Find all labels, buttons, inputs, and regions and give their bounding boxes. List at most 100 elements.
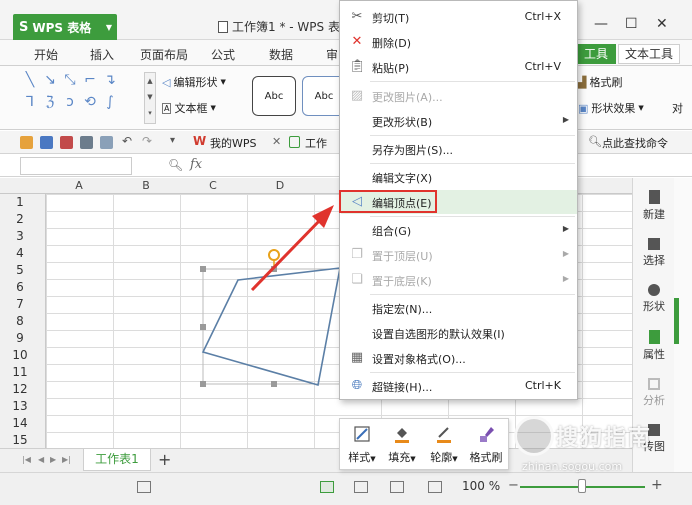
command-search[interactable]: 点此查找命令 <box>602 135 668 151</box>
zoom-slider-knob[interactable] <box>578 479 586 493</box>
last-sheet-icon[interactable]: ▶| <box>62 455 71 464</box>
menu-item-format-object[interactable]: ▦ 设置对象格式(O)... <box>341 346 577 370</box>
page-layout-view-icon[interactable] <box>390 481 404 493</box>
zoom-out-button[interactable]: − <box>508 478 519 493</box>
first-sheet-icon[interactable]: |◀ <box>22 455 31 464</box>
workbook-tab[interactable]: 工作 <box>305 135 327 151</box>
shape-gallery[interactable]: ╲ ↘ ⤡ ⌐ ↴ ⅂ ℨↄ ⟲ ∫ <box>20 72 138 122</box>
menu-item-set-default-effect[interactable]: 设置自选图形的默认效果(I) <box>341 321 577 345</box>
menu-item-send-to-back[interactable]: ❏ 置于底层(K) ▶ <box>341 268 577 292</box>
select-cursor-icon <box>648 238 660 250</box>
menu-item-change-shape[interactable]: 更改形状(B) ▶ <box>341 109 577 133</box>
zoom-level[interactable]: 100 % <box>462 479 500 493</box>
chevron-down-icon: ▼ <box>370 455 376 463</box>
elbow-arrow-icon[interactable]: ↴ <box>100 72 120 94</box>
format-painter-button[interactable]: ▟ 格式刷 <box>578 74 622 90</box>
menu-item-assign-macro[interactable]: 指定宏(N)... <box>341 296 577 320</box>
minimize-button[interactable]: — <box>594 16 608 32</box>
new-document-icon <box>648 190 660 204</box>
next-sheet-icon[interactable]: ▶ <box>50 455 56 464</box>
side-analyze-button[interactable]: 分析 <box>633 378 675 408</box>
double-arrow-shape-icon[interactable]: ⤡ <box>60 72 80 94</box>
align-button[interactable]: 对 <box>672 100 683 116</box>
insert-function-icon[interactable]: fx <box>190 157 202 172</box>
side-select-button[interactable]: 选择 <box>633 238 675 268</box>
edit-shape-button[interactable]: ◁ 编辑形状 ▼ <box>162 74 226 90</box>
save-icon[interactable] <box>40 136 53 149</box>
mini-format-painter-button[interactable]: 格式刷 <box>466 425 506 465</box>
text-box-icon: A <box>162 102 172 114</box>
app-menu-button[interactable]: S WPS 表格 ▼ <box>13 14 117 40</box>
close-tab-icon[interactable]: ✕ <box>272 135 281 148</box>
resize-handle[interactable] <box>200 324 206 330</box>
print-preview-icon[interactable] <box>100 136 113 149</box>
document-icon <box>218 21 228 33</box>
menu-item-hyperlink[interactable]: 🌐︎ 超链接(H)... Ctrl+K <box>341 374 577 398</box>
macro-record-icon[interactable] <box>137 481 151 493</box>
name-box[interactable] <box>20 157 132 175</box>
curve-arrow-icon[interactable]: ↄ <box>60 94 80 116</box>
zoom-in-button[interactable]: + <box>651 477 663 493</box>
line-shape-icon[interactable]: ╲ <box>20 72 40 94</box>
elbow-connector-icon[interactable]: ⌐ <box>80 72 100 94</box>
close-button[interactable]: ✕ <box>656 16 668 32</box>
customize-dropdown-icon[interactable]: ▾ <box>170 135 183 148</box>
add-sheet-button[interactable]: + <box>158 450 171 469</box>
mini-style-button[interactable]: 样式▼ <box>342 425 382 465</box>
tab-drawing-tools[interactable]: 工具 <box>576 44 617 64</box>
side-shape-button[interactable]: 形状 <box>633 284 675 314</box>
side-new-button[interactable]: 新建 <box>633 190 675 222</box>
task-pane-toggle[interactable] <box>674 298 679 344</box>
tab-insert[interactable]: 插入 <box>90 46 114 63</box>
text-box-button[interactable]: A 文本框 ▼ <box>162 100 216 116</box>
menu-item-cut[interactable]: ✂ 剪切(T) Ctrl+X <box>341 5 577 29</box>
undo-icon[interactable]: ↶ <box>122 134 135 148</box>
tab-start[interactable]: 开始 <box>34 46 58 63</box>
freeform-shape[interactable] <box>201 267 341 387</box>
shape-effect-button[interactable]: ▣ 形状效果 ▼ <box>578 100 644 116</box>
gallery-scroll[interactable]: ▲ ▼ ▾ <box>144 72 156 124</box>
open-folder-icon[interactable] <box>20 136 33 149</box>
tab-page-layout[interactable]: 页面布局 <box>140 46 188 63</box>
resize-handle[interactable] <box>200 266 206 272</box>
page-break-view-icon[interactable] <box>354 481 368 493</box>
menu-item-bring-to-front[interactable]: ❐ 置于顶层(U) ▶ <box>341 243 577 267</box>
shape-style-1[interactable]: Abc <box>252 76 296 116</box>
print-icon[interactable] <box>80 136 93 149</box>
resize-handle[interactable] <box>271 381 277 387</box>
sheet-tab[interactable]: 工作表1 <box>83 449 151 471</box>
export-pdf-icon[interactable] <box>60 136 73 149</box>
elbow-double-arrow-icon[interactable]: ⅂ <box>20 94 40 116</box>
tab-data[interactable]: 数据 <box>269 46 293 63</box>
normal-view-icon[interactable] <box>320 481 334 493</box>
status-bar: 100 % − + <box>0 472 692 505</box>
prev-sheet-icon[interactable]: ◀ <box>38 455 44 464</box>
my-wps-tab[interactable]: 我的WPS <box>210 135 257 151</box>
tab-formula[interactable]: 公式 <box>211 46 235 63</box>
submenu-arrow-icon: ▶ <box>562 224 569 233</box>
rotate-handle-icon[interactable] <box>268 249 280 261</box>
tab-review[interactable]: 审 <box>326 46 338 63</box>
menu-item-paste[interactable]: 📋︎ 粘贴(P) Ctrl+V <box>341 55 577 79</box>
menu-item-save-as-picture[interactable]: 另存为图片(S)... <box>341 137 577 161</box>
restore-button[interactable]: ☐ <box>625 16 638 32</box>
outline-pen-icon <box>437 427 451 443</box>
menu-item-edit-text[interactable]: 编辑文字(X) <box>341 165 577 189</box>
menu-item-group[interactable]: 组合(G) ▶ <box>341 218 577 242</box>
menu-item-change-picture[interactable]: ▨ 更改图片(A)... <box>341 84 577 108</box>
arrow-shape-icon[interactable]: ↘ <box>40 72 60 94</box>
menu-separator <box>370 372 575 373</box>
reading-mode-icon[interactable] <box>428 481 442 493</box>
zoom-search-icon[interactable]: 🔍︎ <box>168 158 183 172</box>
menu-item-delete[interactable]: ✕ 删除(D) <box>341 30 577 54</box>
side-property-button[interactable]: 属性 <box>633 330 675 362</box>
resize-handle[interactable] <box>200 381 206 387</box>
mini-fill-button[interactable]: 填充▼ <box>382 425 422 465</box>
mini-outline-button[interactable]: 轮廓▼ <box>424 425 464 465</box>
curve-connector-icon[interactable]: ℨ <box>40 94 60 116</box>
curve-double-arrow-icon[interactable]: ⟲ <box>80 94 100 116</box>
menu-separator <box>370 294 575 295</box>
freeform-icon[interactable]: ∫ <box>100 94 120 116</box>
redo-icon[interactable]: ↷ <box>142 134 155 148</box>
tab-text-tools[interactable]: 文本工具 <box>618 44 681 64</box>
